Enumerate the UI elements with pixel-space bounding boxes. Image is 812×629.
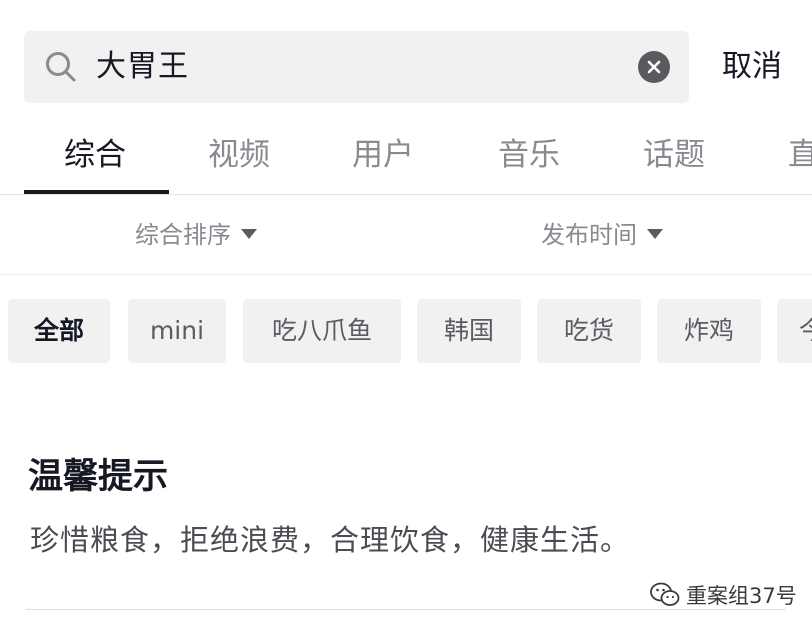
search-results-page: 大胃王 取消 综合 视频 用户 音乐 话题 直 综合排序 发布时间 全部 min… — [0, 0, 812, 629]
cancel-button[interactable]: 取消 — [722, 31, 782, 103]
chip-mini[interactable]: mini — [128, 299, 226, 363]
chip-partial[interactable]: 今 — [777, 299, 812, 363]
tab-bar: 综合 视频 用户 音乐 话题 直 — [0, 118, 812, 195]
tip-title: 温馨提示 — [28, 457, 169, 497]
divider — [0, 194, 812, 195]
sort-label: 综合排序 — [135, 221, 231, 249]
caret-down-icon — [241, 229, 257, 239]
search-input[interactable]: 大胃王 — [24, 31, 689, 103]
chip-all[interactable]: 全部 — [8, 299, 110, 363]
tab-topics[interactable]: 话题 — [643, 118, 705, 192]
divider — [0, 274, 812, 275]
watermark-text: 重案组37号 — [686, 584, 797, 608]
wechat-icon — [650, 582, 680, 606]
search-query[interactable]: 大胃王 — [96, 31, 189, 103]
caret-down-icon — [647, 229, 663, 239]
chip-foodie[interactable]: 吃货 — [537, 299, 641, 363]
publish-time-dropdown[interactable]: 发布时间 — [541, 205, 663, 265]
sort-dropdown[interactable]: 综合排序 — [135, 205, 257, 265]
search-icon — [46, 52, 76, 82]
tab-users[interactable]: 用户 — [352, 118, 414, 192]
chip-fried-chicken[interactable]: 炸鸡 — [657, 299, 761, 363]
tab-music[interactable]: 音乐 — [498, 118, 560, 192]
tab-live[interactable]: 直 — [788, 118, 812, 192]
chip-korea[interactable]: 韩国 — [417, 299, 521, 363]
clear-icon[interactable] — [638, 51, 670, 83]
publish-time-label: 发布时间 — [541, 221, 637, 249]
chip-octopus[interactable]: 吃八爪鱼 — [243, 299, 401, 363]
tab-videos[interactable]: 视频 — [208, 118, 270, 192]
tip-text: 珍惜粮食，拒绝浪费，合理饮食，健康生活。 — [30, 523, 631, 557]
watermark: 重案组37号 — [650, 578, 797, 612]
tab-general[interactable]: 综合 — [64, 118, 126, 192]
